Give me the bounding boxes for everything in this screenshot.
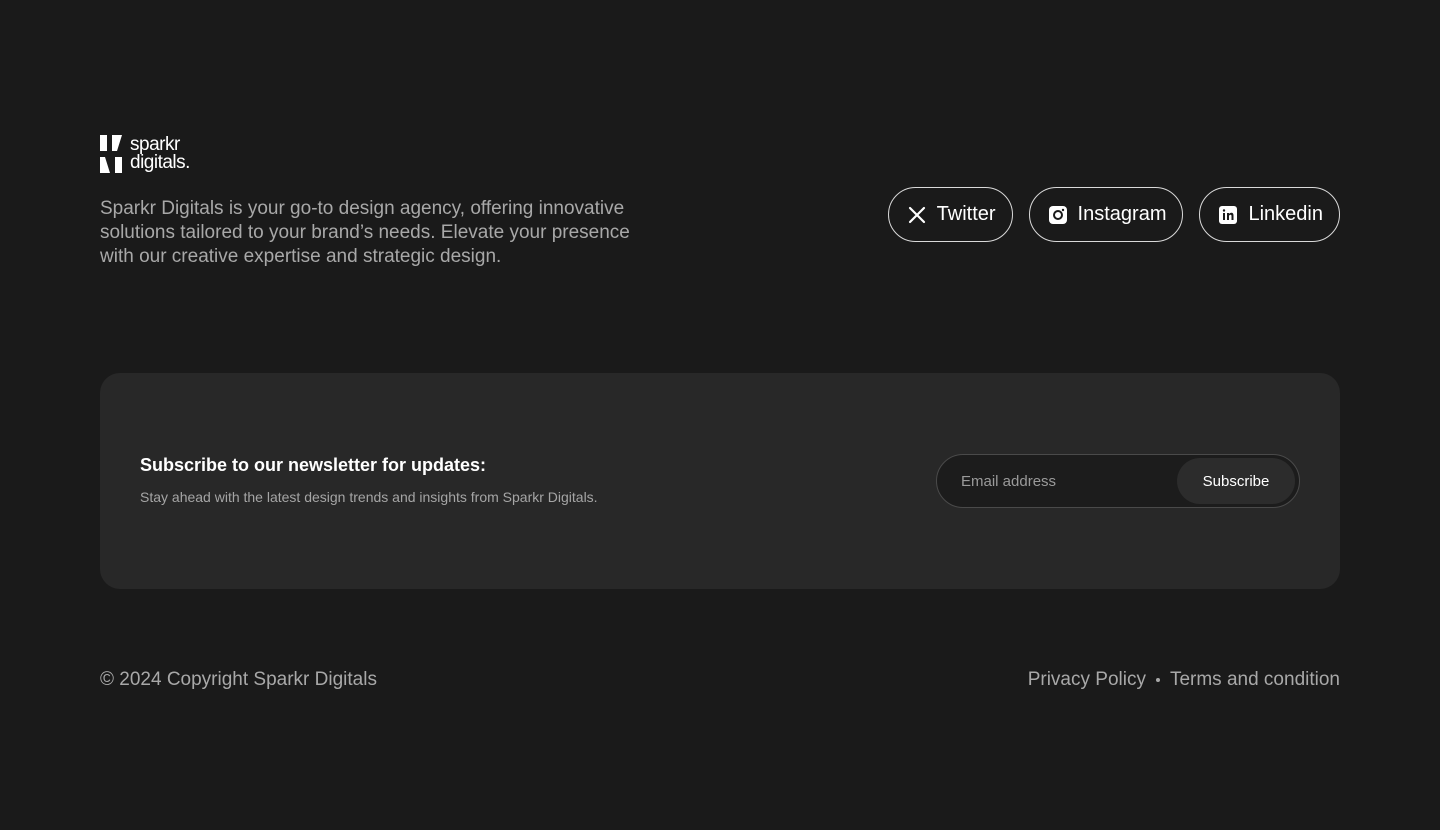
legal-links: Privacy Policy Terms and condition bbox=[1028, 669, 1340, 691]
sparkr-logo-mark-icon bbox=[100, 135, 122, 173]
newsletter-card: Subscribe to our newsletter for updates:… bbox=[100, 373, 1340, 589]
social-links: Twitter Instagram Linkedin bbox=[887, 187, 1340, 242]
terms-link[interactable]: Terms and condition bbox=[1170, 669, 1340, 691]
newsletter-subtitle: Stay ahead with the latest design trends… bbox=[140, 489, 598, 505]
brand-line-2: digitals. bbox=[130, 152, 190, 173]
separator-dot bbox=[1155, 678, 1160, 682]
x-twitter-icon bbox=[907, 205, 927, 225]
copyright-text: © 2024 Copyright Sparkr Digitals bbox=[100, 669, 377, 690]
email-field[interactable] bbox=[939, 457, 1177, 505]
newsletter-title: Subscribe to our newsletter for updates: bbox=[140, 455, 487, 475]
newsletter-form: Subscribe bbox=[936, 454, 1300, 508]
footer-page: sparkr digitals. Sparkr Digitals is your… bbox=[0, 0, 1440, 830]
subscribe-button[interactable]: Subscribe bbox=[1177, 458, 1295, 504]
privacy-policy-link[interactable]: Privacy Policy bbox=[1028, 669, 1146, 691]
linkedin-label: Linkedin bbox=[1248, 203, 1323, 225]
linkedin-button[interactable]: Linkedin bbox=[1199, 187, 1340, 242]
brand-logo[interactable]: sparkr digitals. bbox=[100, 135, 190, 173]
twitter-label: Twitter bbox=[936, 203, 996, 225]
instagram-button[interactable]: Instagram bbox=[1028, 187, 1184, 242]
instagram-label: Instagram bbox=[1077, 203, 1167, 225]
linkedin-icon bbox=[1218, 205, 1238, 225]
twitter-button[interactable]: Twitter bbox=[887, 187, 1013, 242]
instagram-icon bbox=[1048, 205, 1068, 225]
brand-wordmark: sparkr digitals. bbox=[130, 135, 190, 173]
brand-tagline: Sparkr Digitals is your go-to design age… bbox=[100, 198, 630, 267]
